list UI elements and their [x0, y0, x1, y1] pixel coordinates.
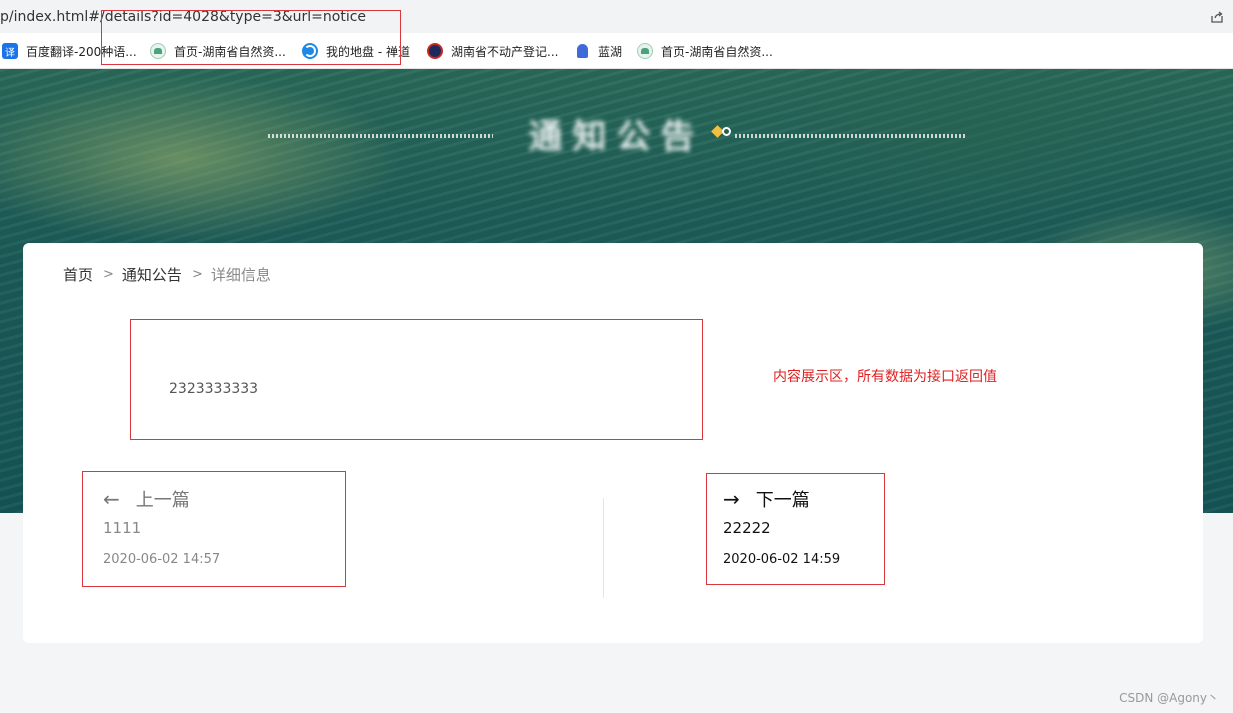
arrow-left-icon: ←: [103, 487, 120, 511]
detail-card: 首页 > 通知公告 > 详细信息 2323333333 内容展示区，所有数据为接…: [23, 243, 1203, 643]
arrow-right-icon: →: [723, 487, 740, 511]
translate-icon: 译: [2, 43, 18, 59]
bookmark-label: 湖南省不动产登记...: [451, 44, 559, 59]
bookmark-hunan-resources-2[interactable]: 首页-湖南省自然资...: [637, 42, 773, 60]
share-icon[interactable]: [1209, 9, 1225, 25]
next-label: 下一篇: [755, 490, 810, 511]
next-title[interactable]: 22222: [723, 519, 771, 537]
lanhu-icon: [574, 43, 590, 59]
next-date: 2020-06-02 14:59: [723, 552, 841, 567]
url-highlight-box: [101, 10, 401, 65]
prev-date: 2020-06-02 14:57: [103, 552, 221, 567]
watermark: CSDN @Agony丶: [1119, 691, 1219, 705]
bookmark-lanhu[interactable]: 蓝湖: [574, 42, 622, 60]
hunan-logo-icon: [637, 43, 653, 59]
breadcrumb-separator: >: [191, 267, 203, 282]
prev-title[interactable]: 1111: [103, 519, 141, 537]
breadcrumb-separator: >: [103, 267, 114, 282]
article-content: 2323333333: [169, 381, 259, 397]
bookmark-label: 首页-湖南省自然资...: [661, 44, 773, 59]
ring-icon: [722, 127, 731, 136]
breadcrumb: 首页 > 通知公告 > 详细信息: [63, 264, 271, 285]
breadcrumb-current: 详细信息: [210, 266, 271, 284]
prev-heading[interactable]: ← 上一篇: [103, 486, 190, 512]
emblem-icon: [427, 43, 443, 59]
prev-label: 上一篇: [135, 490, 190, 511]
content-annotation: 内容展示区，所有数据为接口返回值: [773, 369, 997, 385]
next-heading[interactable]: → 下一篇: [723, 486, 810, 512]
hero-title: 通知公告: [528, 117, 705, 157]
nav-divider: [603, 498, 604, 598]
breadcrumb-home[interactable]: 首页: [63, 264, 93, 285]
bookmark-label: 蓝湖: [598, 44, 623, 59]
breadcrumb-section[interactable]: 通知公告: [122, 264, 182, 285]
content-area-box: [130, 319, 703, 440]
bookmark-hunan-registry[interactable]: 湖南省不动产登记...: [427, 42, 558, 60]
